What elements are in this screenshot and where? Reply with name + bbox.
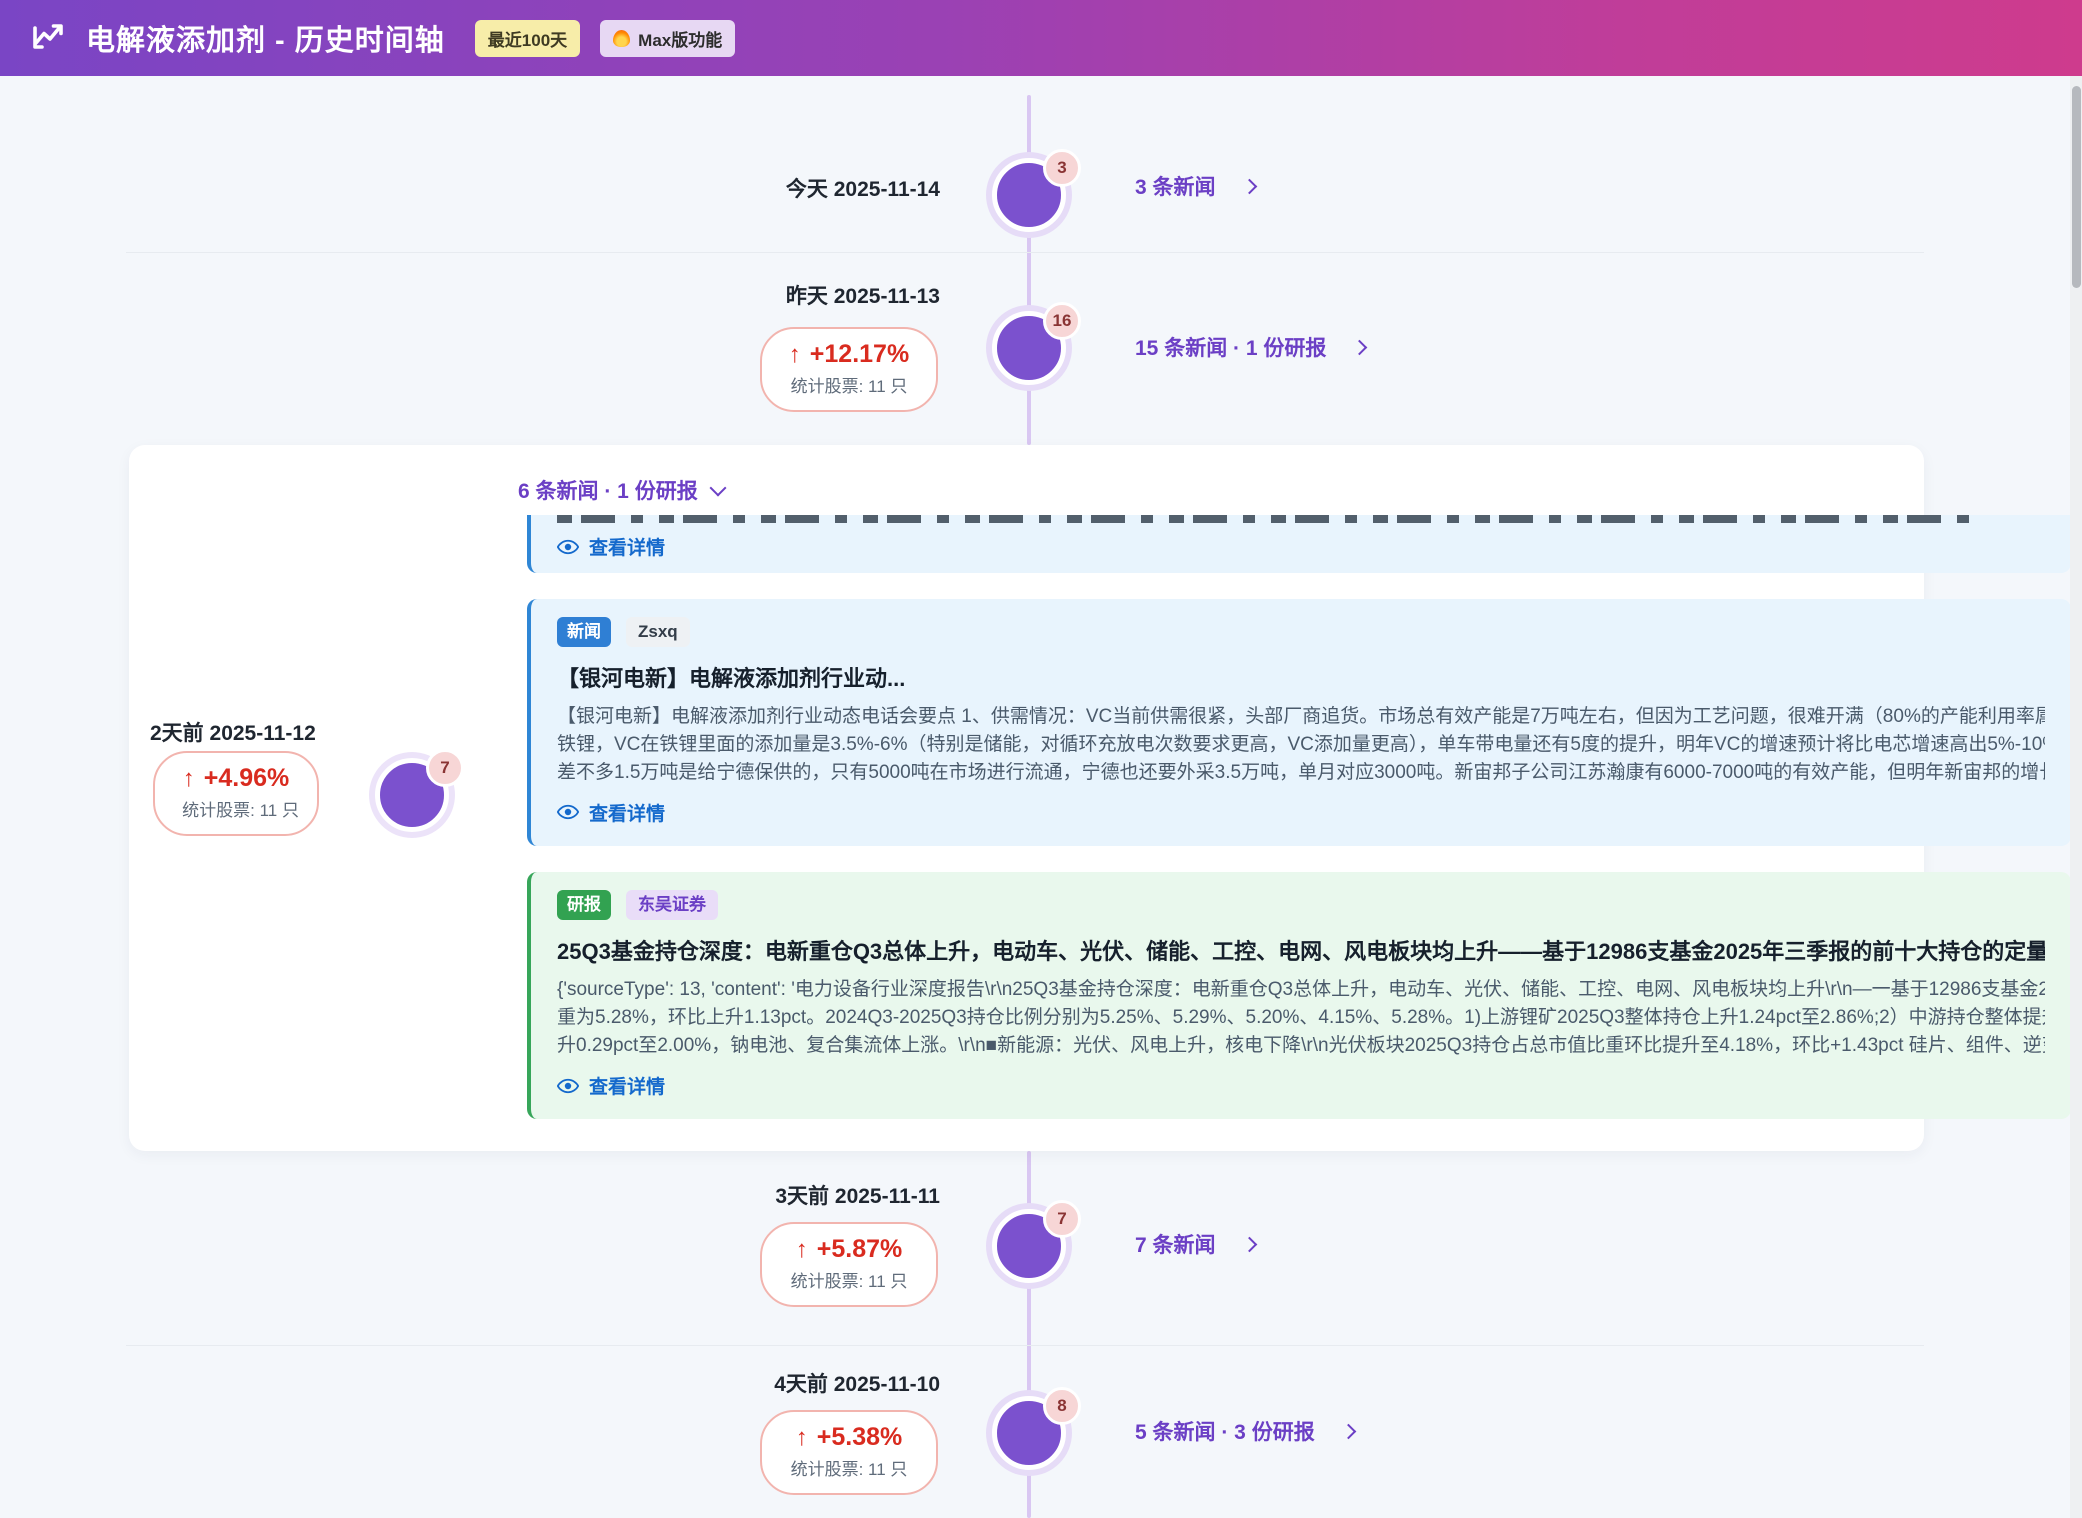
- max-feature-label: Max版功能: [638, 26, 722, 51]
- day-summary-label: 6 条新闻 · 1 份研报: [518, 475, 698, 505]
- timeline-node-3days[interactable]: 7: [992, 1209, 1066, 1283]
- view-detail-link[interactable]: 查看详情: [557, 533, 2045, 560]
- up-arrow-icon: ↑: [796, 1426, 808, 1450]
- page-title: 电解液添加剂 - 历史时间轴: [86, 17, 445, 59]
- report-source-chip: 东吴证券: [626, 890, 718, 920]
- news-count-link[interactable]: 5 条新闻 · 3 份研报: [1135, 1416, 1315, 1446]
- chevron-right-icon: [1241, 1236, 1257, 1252]
- up-arrow-icon: ↑: [796, 1238, 808, 1262]
- view-detail-link[interactable]: 查看详情: [557, 799, 2045, 826]
- timeline-line-top: [1027, 95, 1031, 445]
- timeline-node-yesterday[interactable]: 16: [992, 311, 1066, 385]
- view-detail-link[interactable]: 查看详情: [557, 1072, 2045, 1099]
- count-badge: 8: [1043, 1387, 1081, 1425]
- news-body-line: 铁锂，VC在铁锂里面的添加量是3.5%-6%（特别是储能，对循环充放电次数要求更…: [557, 731, 2045, 759]
- news-body: 【银河电新】电解液添加剂行业动态电话会要点 1、供需情况：VC当前供需很紧，头部…: [557, 703, 2045, 787]
- news-count-link[interactable]: 15 条新闻 · 1 份研报: [1135, 332, 1326, 362]
- max-feature-badge: Max版功能: [600, 20, 735, 57]
- row-divider: [126, 1345, 1924, 1346]
- chevron-right-icon: [1241, 178, 1257, 194]
- timeline-date-2days: 2天前 2025-11-12: [150, 717, 316, 747]
- news-link-row-yesterday[interactable]: 15 条新闻 · 1 份研报: [1135, 332, 1365, 362]
- stocks-count: 统计股票: 11 只: [776, 376, 922, 399]
- stocks-count: 统计股票: 11 只: [776, 1271, 922, 1294]
- news-link-row-today[interactable]: 3 条新闻: [1135, 171, 1255, 201]
- view-detail-label: 查看详情: [589, 533, 665, 560]
- timeline-date-3days: 3天前 2025-11-11: [600, 1180, 940, 1210]
- day-summary-toggle[interactable]: 6 条新闻 · 1 份研报: [518, 475, 724, 505]
- count-badge: 3: [1043, 149, 1081, 187]
- news-type-badge: 新闻: [557, 617, 611, 647]
- timeline-node-today[interactable]: 3: [992, 158, 1066, 232]
- chevron-down-icon: [709, 480, 726, 497]
- change-pill: ↑ +12.17% 统计股票: 11 只: [760, 327, 938, 412]
- clipped-text-strip: [557, 515, 1985, 523]
- count-badge: 16: [1043, 302, 1081, 340]
- date-range-badge: 最近100天: [475, 20, 580, 57]
- stocks-count: 统计股票: 11 只: [776, 1459, 922, 1482]
- news-count-link[interactable]: 7 条新闻: [1135, 1229, 1216, 1259]
- change-pill: ↑ +5.87% 统计股票: 11 只: [760, 1222, 938, 1307]
- up-arrow-icon: ↑: [789, 343, 801, 367]
- change-pill: ↑ +5.38% 统计股票: 11 只: [760, 1410, 938, 1495]
- day-cards-list: 查看详情 新闻 Zsxq 【银河电新】电解液添加剂行业动... 【银河电新】电解…: [527, 515, 2071, 1119]
- scrollbar-thumb[interactable]: [2072, 86, 2081, 288]
- news-card-partial: 查看详情: [527, 515, 2071, 573]
- news-link-row-4days[interactable]: 5 条新闻 · 3 份研报: [1135, 1416, 1354, 1446]
- news-body-line: 【银河电新】电解液添加剂行业动态电话会要点 1、供需情况：VC当前供需很紧，头部…: [557, 703, 2045, 731]
- news-count-link[interactable]: 3 条新闻: [1135, 171, 1216, 201]
- expanded-day-card: 2天前 2025-11-12 ↑ +4.96% 统计股票: 11 只 7 6 条…: [129, 445, 1924, 1151]
- report-type-badge: 研报: [557, 890, 611, 920]
- timeline-date-yesterday: 昨天 2025-11-13: [600, 280, 940, 310]
- page-header: 电解液添加剂 - 历史时间轴 最近100天 Max版功能: [0, 0, 2082, 76]
- news-card: 新闻 Zsxq 【银河电新】电解液添加剂行业动... 【银河电新】电解液添加剂行…: [527, 599, 2071, 846]
- report-body: {'sourceType': 13, 'content': '电力设备行业深度报…: [557, 976, 2045, 1060]
- change-percent: +4.96%: [204, 765, 290, 793]
- history-timeline-page: 电解液添加剂 - 历史时间轴 最近100天 Max版功能 今天 2025-11-…: [0, 0, 2082, 1518]
- report-body-line: {'sourceType': 13, 'content': '电力设备行业深度报…: [557, 976, 2045, 1004]
- scrollbar-track: [2070, 76, 2082, 1518]
- news-link-row-3days[interactable]: 7 条新闻: [1135, 1229, 1255, 1259]
- report-body-line: 升0.29pct至2.00%，钠电池、复合集流体上涨。\r\n■新能源：光伏、风…: [557, 1032, 2045, 1060]
- chevron-right-icon: [1352, 339, 1368, 355]
- change-percent: +5.87%: [817, 1236, 903, 1264]
- timeline-node-2days[interactable]: 7: [375, 758, 449, 832]
- change-percent: +5.38%: [817, 1424, 903, 1452]
- row-divider: [126, 252, 1924, 253]
- stocks-count: 统计股票: 11 只: [169, 800, 303, 823]
- report-card: 研报 东吴证券 25Q3基金持仓深度：电新重仓Q3总体上升，电动车、光伏、储能、…: [527, 872, 2071, 1119]
- report-title: 25Q3基金持仓深度：电新重仓Q3总体上升，电动车、光伏、储能、工控、电网、风电…: [557, 934, 2045, 966]
- change-pill: ↑ +4.96% 统计股票: 11 只: [153, 751, 319, 836]
- chevron-right-icon: [1340, 1423, 1356, 1439]
- trend-chart-icon: [30, 18, 66, 59]
- up-arrow-icon: ↑: [183, 767, 195, 791]
- count-badge: 7: [426, 749, 464, 787]
- report-body-line: 重为5.28%，环比上升1.13pct。2024Q3-2025Q3持仓比例分别为…: [557, 1004, 2045, 1032]
- news-source-chip: Zsxq: [626, 617, 690, 647]
- timeline-node-4days[interactable]: 8: [992, 1396, 1066, 1470]
- view-detail-label: 查看详情: [589, 1072, 665, 1099]
- news-title: 【银河电新】电解液添加剂行业动...: [557, 661, 2045, 693]
- view-detail-label: 查看详情: [589, 799, 665, 826]
- count-badge: 7: [1043, 1200, 1081, 1238]
- fire-icon: [613, 30, 630, 47]
- change-percent: +12.17%: [810, 341, 909, 369]
- timeline-date-today: 今天 2025-11-14: [600, 173, 940, 203]
- news-body-line: 差不多1.5万吨是给宁德保供的，只有5000吨在市场进行流通，宁德也还要外采3.…: [557, 759, 2045, 787]
- timeline-date-4days: 4天前 2025-11-10: [600, 1368, 940, 1398]
